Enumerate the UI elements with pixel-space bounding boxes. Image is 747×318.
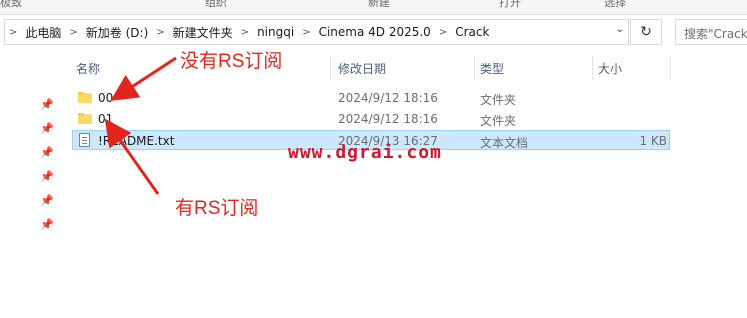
arrow-to-00 <box>110 56 177 101</box>
annotation-no-rs: 没有RS订阅 <box>180 51 283 72</box>
arrow-to-01 <box>104 118 160 195</box>
annotation-has-rs: 有RS订阅 <box>175 198 259 219</box>
watermark: www.dgrai.com <box>288 142 442 163</box>
